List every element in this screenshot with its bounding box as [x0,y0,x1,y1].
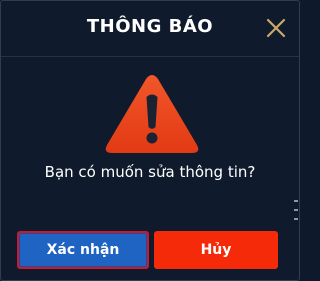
notification-dialog: THÔNG BÁO Bạn có muốn sửa thông tin? Xác… [0,0,300,281]
dialog-header: THÔNG BÁO [1,1,299,57]
confirm-button-label: Xác nhận [46,242,120,258]
cancel-button[interactable]: Hủy [154,231,278,269]
close-icon[interactable] [263,15,289,41]
edge-dots-decoration [293,198,299,222]
dialog-title: THÔNG BÁO [86,16,214,37]
confirm-button[interactable]: Xác nhận [17,231,149,269]
cancel-button-label: Hủy [200,242,232,258]
warning-triangle-icon [104,73,200,157]
dialog-message: Bạn có muốn sửa thông tin? [44,163,256,181]
